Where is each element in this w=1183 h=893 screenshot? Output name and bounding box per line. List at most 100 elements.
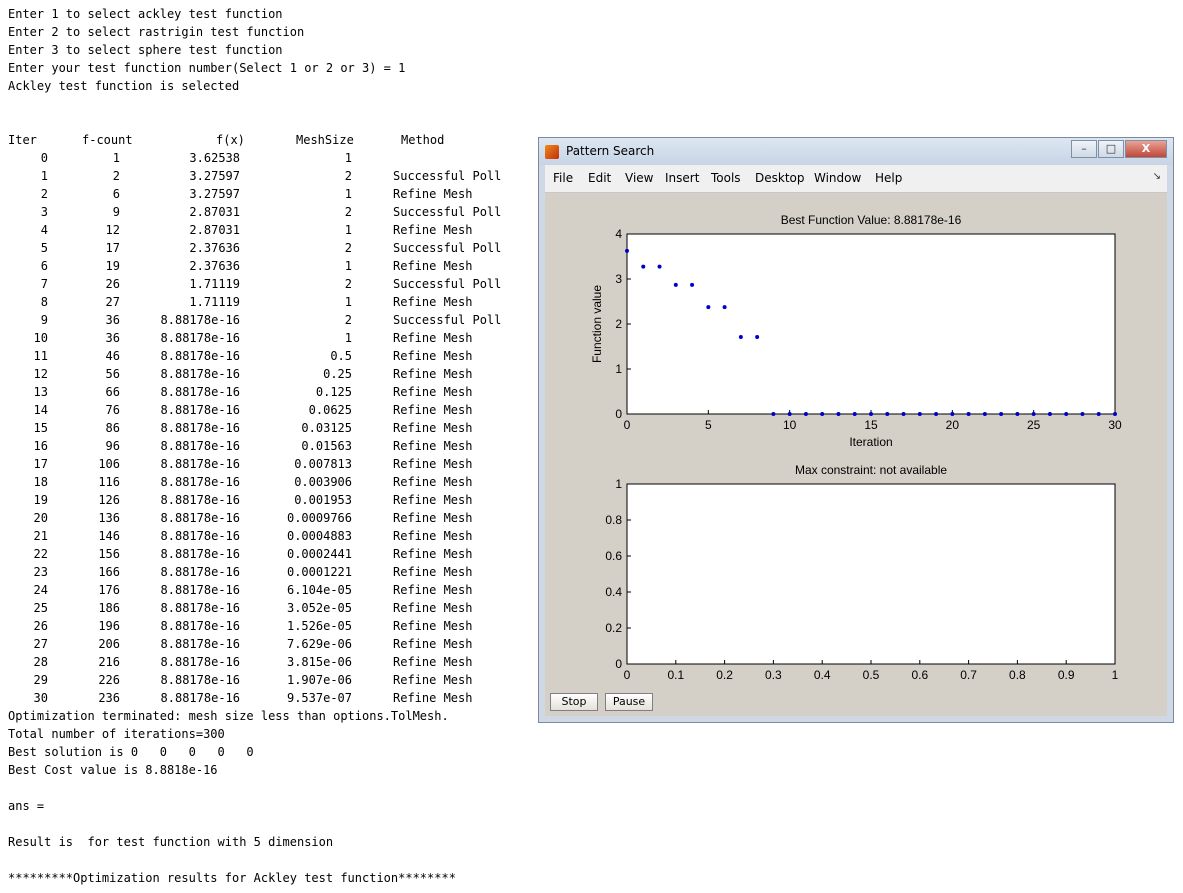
fx-cell: 8.88178e-16	[160, 673, 240, 687]
method-cell: Refine Mesh	[393, 259, 473, 273]
figure-window[interactable]: Pattern Search – □ X File Edit View Inse…	[538, 137, 1174, 723]
close-button[interactable]: X	[1125, 140, 1167, 158]
table-row: 10 36 8.88178e-16 1 Refine Mesh	[8, 329, 538, 347]
fx-cell: 8.88178e-16	[160, 421, 240, 435]
data-point	[820, 412, 825, 416]
method-cell: Refine Mesh	[393, 583, 473, 597]
header-fx: f(x)	[216, 133, 245, 147]
stop-button[interactable]: Stop	[550, 693, 598, 711]
max-constraint-axes[interactable]: Max constraint: not available 0 0.1 0.2 0.3 0…	[605, 463, 1118, 682]
f-count-cell: 206	[98, 637, 120, 651]
table-row: 26 196 8.88178e-16 1.526e-05 Refine Mesh	[8, 617, 538, 635]
table-row: 18 116 8.88178e-16 0.003906 Refine Mesh	[8, 473, 538, 491]
y-tick-label: 4	[615, 227, 622, 241]
fx-cell: 8.88178e-16	[160, 475, 240, 489]
fx-cell: 2.87031	[189, 223, 240, 237]
x-tick-label: 20	[946, 418, 960, 432]
method-cell: Refine Mesh	[393, 421, 473, 435]
table-row: 15 86 8.88178e-16 0.03125 Refine Mesh	[8, 419, 538, 437]
data-point	[1047, 412, 1052, 416]
console-line: Best solution is 0 0 0 0 0	[8, 745, 254, 759]
table-row: 20 136 8.88178e-16 0.0009766 Refine Mesh	[8, 509, 538, 527]
fx-cell: 8.88178e-16	[160, 511, 240, 525]
x-tick-label: 0	[624, 668, 631, 682]
table-row: 4 12 2.87031 1 Refine Mesh	[8, 221, 538, 239]
fx-cell: 8.88178e-16	[160, 403, 240, 417]
y-tick-label: 2	[615, 317, 622, 331]
table-row: 23 166 8.88178e-16 0.0001221 Refine Mesh	[8, 563, 538, 581]
y-tick-label: 0.2	[605, 621, 622, 635]
best-function-value-axes[interactable]: Best Function Value: 8.88178e-160 5 10 15 20…	[590, 213, 1122, 449]
header-iter: Iter	[8, 133, 37, 147]
header-method: Method	[401, 133, 445, 147]
fx-cell: 8.88178e-16	[160, 655, 240, 669]
x-tick-label: 5	[705, 418, 712, 432]
meshsize-cell: 0.0625	[308, 403, 352, 417]
f-count-cell: 226	[98, 673, 120, 687]
table-row: 14 76 8.88178e-16 0.0625 Refine Mesh	[8, 401, 538, 419]
method-cell: Refine Mesh	[393, 493, 473, 507]
f-count-cell: 86	[105, 421, 120, 435]
meshsize-cell: 1	[344, 331, 352, 345]
console-line: Ackley test function is selected	[8, 79, 240, 93]
f-count-cell: 17	[105, 241, 120, 255]
fx-cell: 8.88178e-16	[160, 619, 240, 633]
table-row: 3 9 2.87031 2 Successful Poll	[8, 203, 538, 221]
matlab-logo-icon	[545, 145, 559, 159]
data-point	[625, 248, 629, 253]
meshsize-cell: 0.0004883	[286, 529, 352, 543]
console-line: *********Optimization results for Ackley…	[8, 871, 456, 885]
meshsize-cell: 0.5	[330, 349, 352, 363]
meshsize-cell: 2	[344, 241, 352, 255]
console-line: Best Cost value is 8.8818e-16	[8, 763, 218, 777]
pause-button[interactable]: Pause	[605, 693, 653, 711]
iter-cell: 7	[40, 277, 48, 291]
x-tick-label: 0.9	[1058, 668, 1075, 682]
iter-cell: 23	[33, 565, 48, 579]
x-tick-label: 30	[1108, 418, 1122, 432]
meshsize-cell: 1	[344, 295, 352, 309]
iter-cell: 19	[33, 493, 48, 507]
iter-cell: 5	[40, 241, 48, 255]
fx-cell: 1.71119	[189, 295, 240, 309]
maximize-button[interactable]: □	[1098, 140, 1124, 158]
f-count-cell: 9	[112, 205, 120, 219]
data-point	[982, 412, 987, 416]
method-cell: Successful Poll	[393, 277, 502, 291]
method-cell: Refine Mesh	[393, 619, 473, 633]
console-line: Enter 2 to select rastrigin test functio…	[8, 25, 305, 39]
x-tick-label: 25	[1027, 418, 1041, 432]
method-cell: Refine Mesh	[393, 601, 473, 615]
iter-cell: 12	[33, 367, 48, 381]
x-tick-label: 0.2	[716, 668, 733, 682]
console-line: ans =	[8, 799, 45, 813]
y-tick-label: 0.4	[605, 585, 622, 599]
data-point	[641, 264, 646, 269]
meshsize-cell: 0.01563	[301, 439, 352, 453]
f-count-cell: 106	[98, 457, 120, 471]
method-cell: Refine Mesh	[393, 457, 473, 471]
minimize-button[interactable]: –	[1071, 140, 1097, 158]
table-row: 2 6 3.27597 1 Refine Mesh	[8, 185, 538, 203]
title-bar[interactable]: Pattern Search – □ X	[539, 138, 1173, 165]
table-row: 7 26 1.71119 2 Successful Poll	[8, 275, 538, 293]
fx-cell: 8.88178e-16	[160, 637, 240, 651]
f-count-cell: 176	[98, 583, 120, 597]
data-point	[917, 412, 922, 416]
table-row: 0 1 3.62538 1	[8, 149, 538, 167]
f-count-cell: 12	[105, 223, 120, 237]
method-cell: Refine Mesh	[393, 547, 473, 561]
data-point	[1080, 412, 1085, 416]
fx-cell: 8.88178e-16	[160, 691, 240, 705]
fx-cell: 8.88178e-16	[160, 331, 240, 345]
figure-plots: Best Function Value: 8.88178e-160 5 10 15 20…	[590, 213, 1122, 682]
y-tick-label: 1	[615, 362, 622, 376]
iter-cell: 18	[33, 475, 48, 489]
fx-cell: 3.62538	[189, 151, 240, 165]
data-point	[885, 412, 890, 416]
axes-title: Best Function Value: 8.88178e-16	[781, 213, 962, 227]
iter-cell: 13	[33, 385, 48, 399]
f-count-cell: 236	[98, 691, 120, 705]
